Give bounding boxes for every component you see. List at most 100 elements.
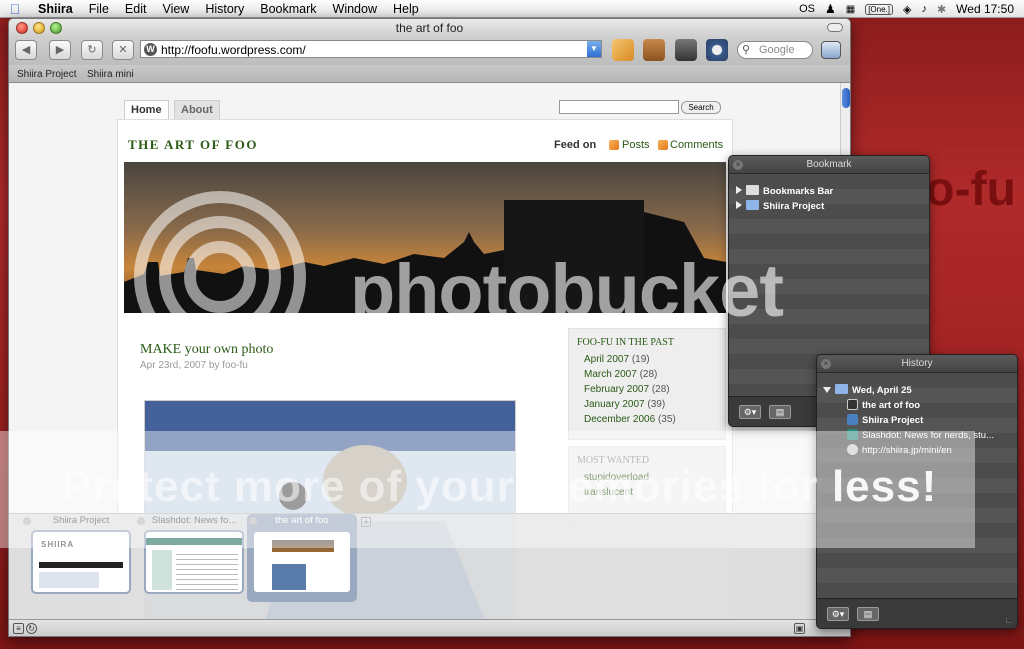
blog-search-input[interactable] — [559, 100, 679, 114]
scroll-thumb[interactable] — [842, 88, 850, 108]
bookmarks-bar-icon — [746, 185, 759, 195]
volume-icon[interactable]: ♪ — [921, 3, 927, 15]
menu-app[interactable]: Shiira — [30, 2, 81, 16]
forward-arrow-icon: ▶ — [55, 44, 65, 56]
new-tab-icon[interactable] — [821, 41, 841, 59]
history-panel-footer: ⚙▾ ▤ ∟ — [817, 598, 1017, 628]
rss-icon — [609, 140, 619, 150]
bookmarks-icon[interactable] — [643, 39, 665, 61]
bookmark-folder-bar[interactable]: Bookmarks Bar — [736, 185, 833, 197]
back-arrow-icon: ◀ — [21, 44, 31, 56]
menu-history[interactable]: History — [197, 2, 252, 16]
apple-icon[interactable]:  — [0, 1, 30, 17]
disclosure-triangle-icon[interactable] — [736, 201, 742, 209]
header-image — [124, 162, 726, 313]
menu-bookmark[interactable]: Bookmark — [252, 2, 324, 16]
title-bar[interactable]: the art of foo — [9, 19, 850, 37]
add-bookmark-icon[interactable] — [612, 39, 634, 61]
bookmark-shiira-project[interactable]: Shiira Project — [17, 69, 76, 80]
bookmark-panel-titlebar[interactable]: × Bookmark — [729, 156, 929, 174]
resize-grip-icon[interactable]: ∟ — [1004, 615, 1013, 625]
history-item[interactable]: Shiira Project — [847, 414, 923, 426]
status-bar: ≡ ↻ ▣ — [9, 619, 850, 636]
history-item[interactable]: Slashdot: News for nerds, stu... — [847, 429, 994, 441]
address-field[interactable]: W http://foofu.wordpress.com/ ▼ — [140, 40, 602, 58]
history-item[interactable]: http://shiira.jp/mini/en — [847, 444, 952, 456]
tab-label: Shiira Project — [52, 515, 110, 526]
close-panel-icon[interactable]: × — [733, 160, 743, 170]
archive-item[interactable]: March 2007 (28) — [577, 367, 717, 382]
search-placeholder: Google — [759, 44, 795, 56]
rss-icon — [658, 140, 668, 150]
nav-about[interactable]: About — [174, 100, 220, 119]
blog-title[interactable]: THE ART OF FOO — [128, 137, 258, 153]
post-meta: Apr 23rd, 2007 by foo-fu — [140, 360, 248, 371]
wifi-icon[interactable]: ◈ — [903, 3, 911, 16]
menu-file[interactable]: File — [81, 2, 117, 16]
post-title[interactable]: MAKE your own photo — [140, 342, 273, 358]
menu-edit[interactable]: Edit — [117, 2, 155, 16]
browser-window: the art of foo ◀ ▶ ↻ ✕ W http://foofu.wo… — [8, 18, 851, 637]
feed-comments-link[interactable]: Comments — [670, 139, 723, 151]
tab-label: Slashdot: News fo... — [151, 515, 237, 526]
add-tab-button[interactable]: + — [361, 517, 371, 527]
bookmarks-bar: Shiira Project Shiira mini — [9, 65, 850, 83]
bookmark-shiira-mini[interactable]: Shiira mini — [87, 69, 134, 80]
menu-help[interactable]: Help — [385, 2, 427, 16]
feed-on-label: Feed on — [554, 139, 597, 151]
search-field[interactable]: ⚲ Google — [737, 41, 813, 59]
feed-posts-link[interactable]: Posts — [622, 139, 650, 151]
close-panel-icon[interactable]: × — [821, 359, 831, 369]
rss-status-icon[interactable]: ≡ — [13, 623, 24, 634]
blog-search-button[interactable]: Search — [681, 101, 721, 114]
bookmark-folder-shiira[interactable]: Shiira Project — [736, 200, 824, 212]
panel-view-toggle-button[interactable]: ▤ — [769, 405, 791, 419]
archive-item[interactable]: April 2007 (19) — [577, 352, 717, 367]
close-tab-icon[interactable] — [137, 517, 145, 525]
menu-window[interactable]: Window — [325, 2, 385, 16]
activity-icon[interactable]: ↻ — [26, 623, 37, 634]
action-gear-button[interactable]: ⚙▾ — [739, 405, 761, 419]
toolbar-toggle-button[interactable] — [827, 23, 843, 32]
archive-item[interactable]: January 2007 (39) — [577, 397, 717, 412]
folder-icon — [835, 384, 848, 394]
history-panel: × History Wed, April 25 the art of foo S… — [816, 354, 1018, 629]
archive-item[interactable]: February 2007 (28) — [577, 382, 717, 397]
history-panel-titlebar[interactable]: × History — [817, 355, 1017, 373]
os-menu-extra[interactable]: OS — [799, 3, 815, 15]
clock[interactable]: Wed 17:50 — [956, 2, 1014, 16]
globe-icon — [847, 444, 858, 455]
nav-home[interactable]: Home — [124, 100, 169, 119]
bluetooth-icon[interactable]: ✱ — [937, 3, 946, 16]
most-wanted-heading: MOST WANTED — [577, 455, 650, 466]
history-group[interactable]: Wed, April 25 — [823, 384, 912, 396]
tag-icon[interactable] — [675, 39, 697, 61]
reload-button[interactable]: ↻ — [81, 40, 103, 60]
panel-view-toggle-button[interactable]: ▤ — [857, 607, 879, 621]
disclosure-triangle-icon[interactable] — [736, 186, 742, 194]
tab-slashdot[interactable]: Slashdot: News fo... — [135, 514, 253, 602]
bookmark-panel-title: Bookmark — [806, 159, 852, 170]
tab-shiira-project[interactable]: Shiira Project SHIIRA — [21, 514, 141, 602]
archive-item[interactable]: December 2006 (35) — [577, 412, 717, 427]
back-button[interactable]: ◀ — [15, 40, 37, 60]
menu-view[interactable]: View — [154, 2, 197, 16]
close-tab-icon[interactable] — [249, 517, 257, 525]
most-wanted-item[interactable]: stupidoverload — [577, 470, 717, 485]
close-tab-icon[interactable] — [23, 517, 31, 525]
forward-button[interactable]: ▶ — [49, 40, 71, 60]
network-status-icon[interactable]: ▦ — [846, 4, 855, 15]
history-clock-icon[interactable] — [706, 39, 728, 61]
toolbar: ◀ ▶ ↻ ✕ W http://foofu.wordpress.com/ ▼ … — [9, 37, 850, 65]
tab-strip-toggle-icon[interactable]: ▣ — [794, 623, 805, 634]
user-icon[interactable]: ♟ — [825, 2, 836, 16]
disclosure-triangle-icon[interactable] — [823, 387, 831, 393]
address-dropdown-button[interactable]: ▼ — [587, 41, 601, 57]
tab-art-of-foo[interactable]: the art of foo — [247, 514, 357, 602]
most-wanted-item[interactable]: translucent — [577, 485, 717, 500]
history-item[interactable]: the art of foo — [847, 399, 920, 411]
stop-button[interactable]: ✕ — [112, 40, 134, 60]
one-status-badge[interactable]: [One.] — [865, 3, 893, 15]
action-gear-button[interactable]: ⚙▾ — [827, 607, 849, 621]
reload-icon: ↻ — [87, 44, 97, 56]
